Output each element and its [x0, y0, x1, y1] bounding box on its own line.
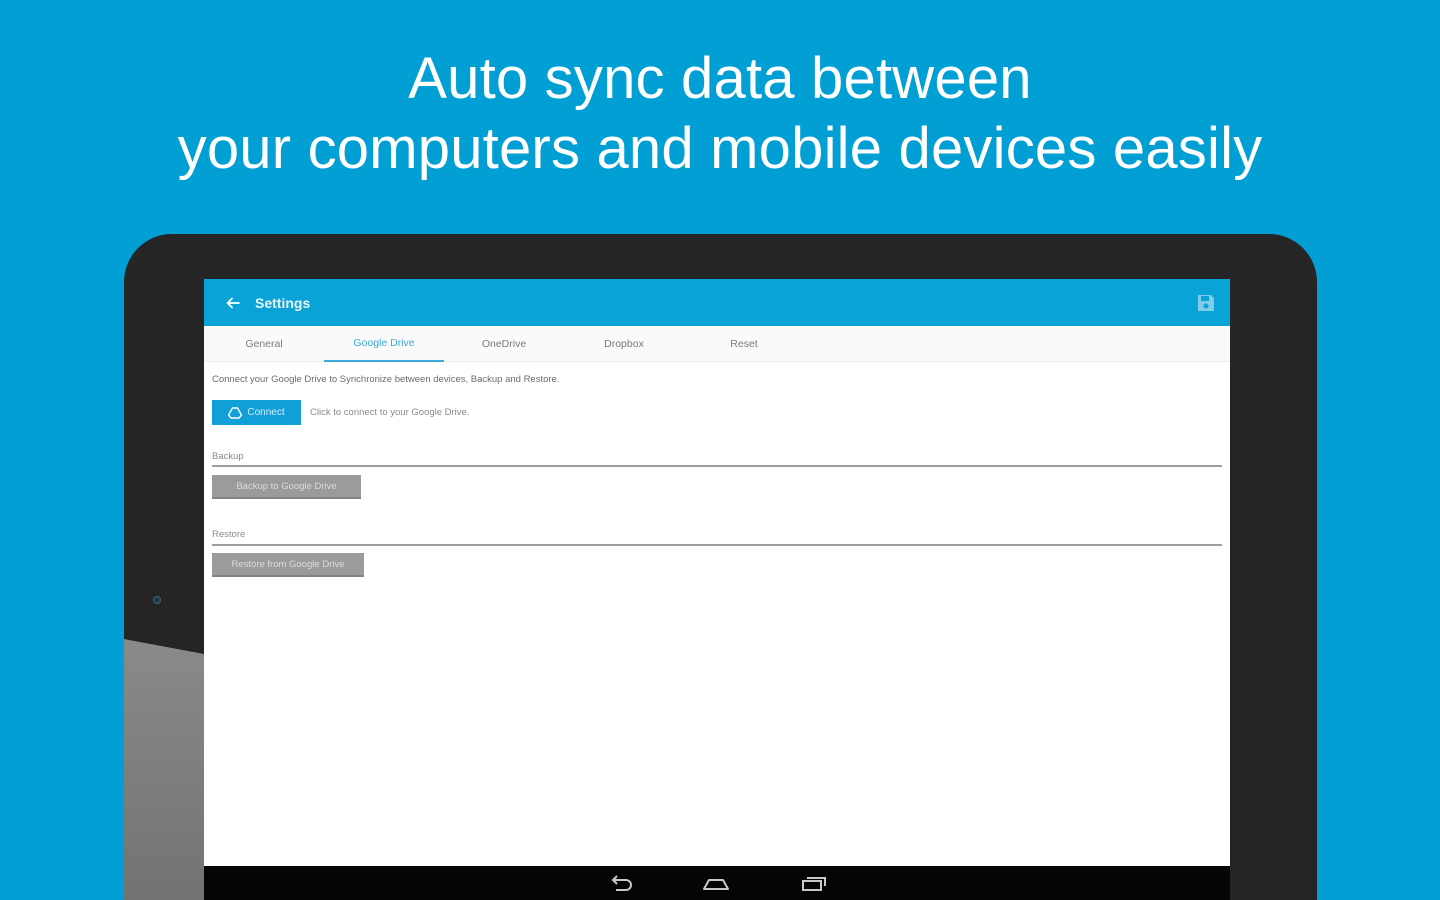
tab-dropbox[interactable]: Dropbox — [564, 326, 684, 362]
tab-general[interactable]: General — [204, 326, 324, 362]
tab-google-drive[interactable]: Google Drive — [324, 326, 444, 362]
camera-icon — [153, 596, 161, 604]
restore-divider — [212, 544, 1222, 546]
connect-row: Connect Click to connect to your Google … — [212, 400, 469, 425]
nav-home-button[interactable] — [701, 874, 731, 894]
tablet-glare — [124, 639, 204, 900]
app-bar: Settings — [204, 279, 1230, 326]
headline: Auto sync data between your computers an… — [0, 44, 1440, 184]
connect-button-label: Connect — [247, 407, 285, 418]
nav-recents-button[interactable] — [798, 874, 828, 894]
android-nav-bar — [204, 866, 1230, 900]
tab-onedrive[interactable]: OneDrive — [444, 326, 564, 362]
headline-line-1: Auto sync data between — [408, 46, 1032, 111]
google-drive-icon — [228, 406, 243, 419]
tab-reset[interactable]: Reset — [684, 326, 804, 362]
restore-button[interactable]: Restore from Google Drive — [212, 553, 364, 577]
restore-section-label: Restore — [212, 529, 246, 540]
tab-bar: General Google Drive OneDrive Dropbox Re… — [204, 326, 1230, 362]
back-button[interactable] — [221, 291, 245, 315]
backup-section-label: Backup — [212, 451, 244, 462]
nav-home-icon — [703, 879, 729, 890]
connect-hint: Click to connect to your Google Drive. — [310, 407, 470, 418]
nav-back-icon — [611, 875, 632, 891]
backup-button[interactable]: Backup to Google Drive — [212, 475, 361, 499]
headline-line-2: your computers and mobile devices easily — [177, 116, 1263, 181]
google-drive-panel: Connect your Google Drive to Synchronize… — [212, 374, 1222, 577]
nav-recents-icon — [802, 877, 826, 891]
backup-divider — [212, 465, 1222, 467]
arrow-left-icon — [226, 297, 240, 308]
app-bar-title: Settings — [255, 294, 311, 311]
floppy-disk-icon — [1198, 295, 1214, 311]
panel-description: Connect your Google Drive to Synchronize… — [212, 374, 560, 385]
nav-back-button[interactable] — [606, 874, 636, 894]
tablet-frame: Settings General Google Drive OneDrive D… — [124, 234, 1317, 900]
save-button[interactable] — [1196, 293, 1216, 313]
tablet-screen: Settings General Google Drive OneDrive D… — [204, 279, 1230, 900]
connect-button[interactable]: Connect — [212, 400, 301, 425]
